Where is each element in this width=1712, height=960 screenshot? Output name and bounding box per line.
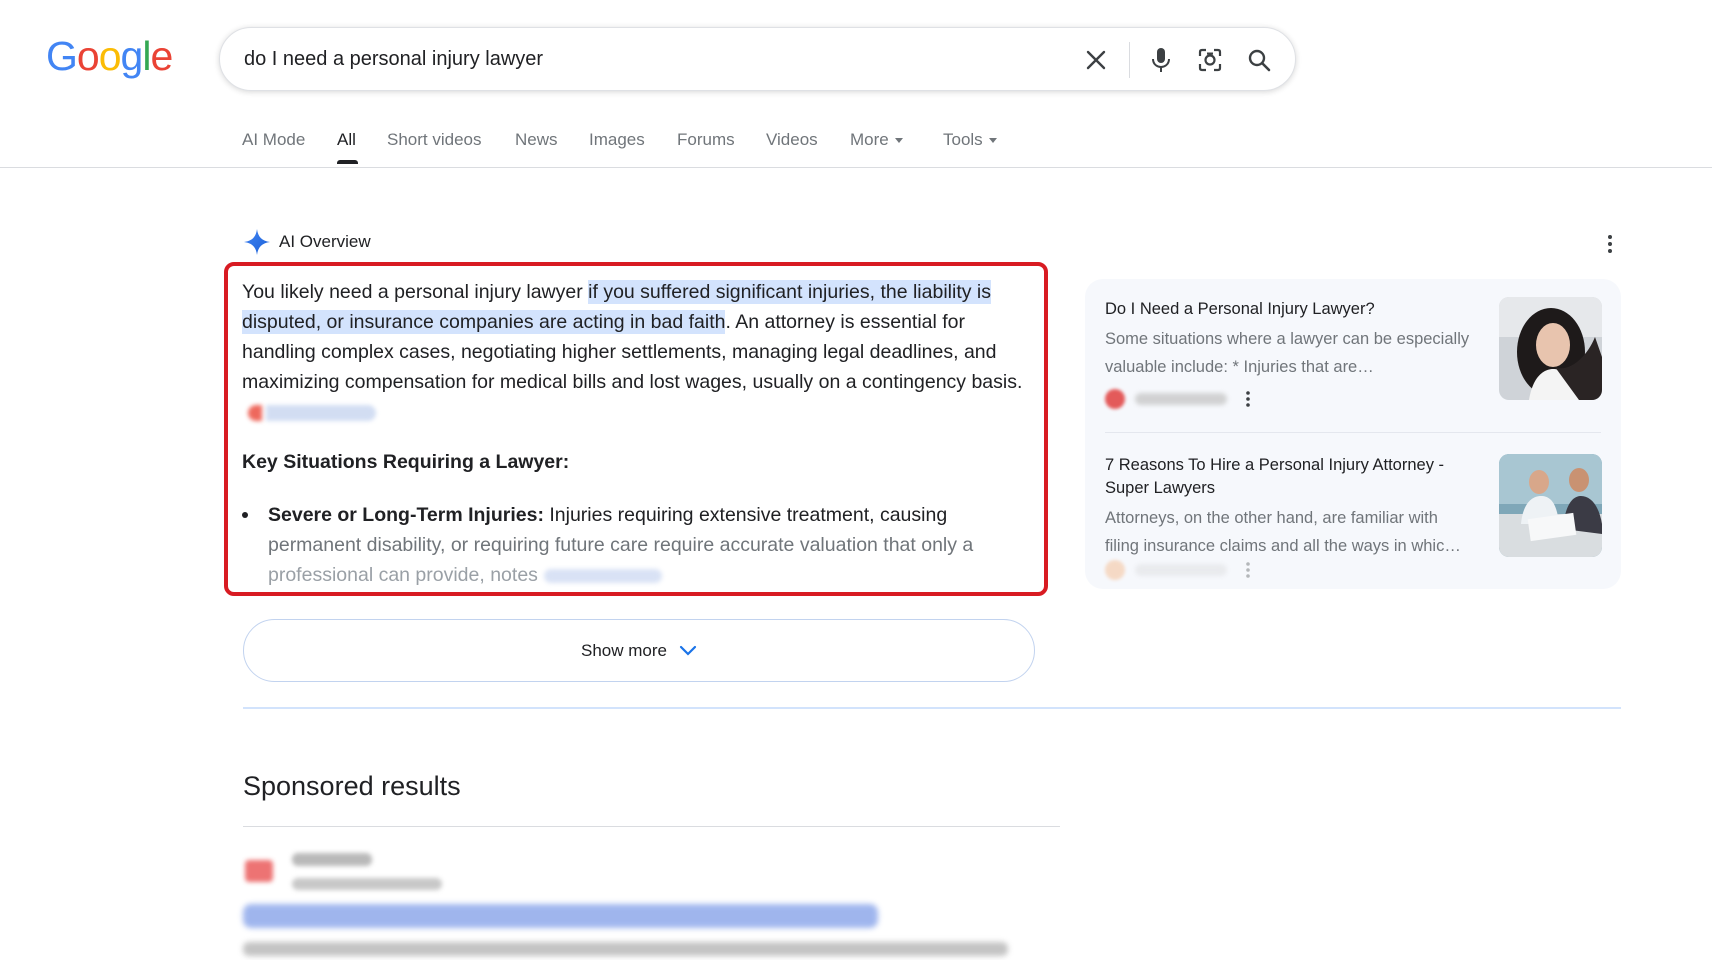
source-meta <box>1105 560 1251 580</box>
source-snippet: Attorneys, on the other hand, are famili… <box>1105 509 1461 555</box>
caret-down-icon <box>894 138 903 144</box>
ad-url-blurred <box>292 878 442 890</box>
situations-list: Severe or Long-Term Injuries: Injuries r… <box>242 500 1032 590</box>
key-situations-heading: Key Situations Requiring a Lawyer: <box>242 451 570 473</box>
logo-letter: o <box>76 33 100 79</box>
site-name-blurred <box>1135 564 1227 576</box>
source-snippet: Some situations where a lawyer can be es… <box>1105 330 1470 376</box>
ad-headline-blurred[interactable] <box>243 904 878 928</box>
tab-forums[interactable]: Forums <box>677 130 735 150</box>
site-favicon <box>1105 560 1125 580</box>
logo-letter: G <box>46 33 78 79</box>
list-item: Severe or Long-Term Injuries: Injuries r… <box>268 500 1032 590</box>
caret-down-icon <box>988 138 997 144</box>
search-box: do I need a personal injury lawyer <box>219 27 1296 91</box>
tab-all[interactable]: All <box>337 130 356 150</box>
chevron-down-icon <box>679 645 697 656</box>
source-thumbnail[interactable] <box>1499 454 1602 557</box>
clear-icon[interactable] <box>1080 44 1112 76</box>
list-item-text: permanent disability, or requiring futur… <box>268 534 974 556</box>
site-favicon <box>1105 389 1125 409</box>
tab-tools[interactable]: Tools <box>943 130 997 150</box>
list-item-text: professional can provide, notes <box>268 564 538 586</box>
ad-site-name-blurred <box>292 853 372 866</box>
list-item-title: Severe or Long-Term Injuries: <box>268 504 544 526</box>
source-title[interactable]: Do I Need a Personal Injury Lawyer? <box>1105 298 1475 321</box>
tab-videos[interactable]: Videos <box>766 130 818 150</box>
ai-overview-divider <box>243 707 1621 709</box>
ad-description-blurred <box>243 942 1008 956</box>
search-icon[interactable] <box>1243 44 1275 76</box>
sources-panel: Do I Need a Personal Injury Lawyer? Some… <box>1085 279 1621 589</box>
ai-overview-text: You likely need a personal injury lawyer… <box>242 277 1032 427</box>
highlighted-text: disputed, or insurance companies are act… <box>242 310 726 334</box>
tab-more[interactable]: More <box>850 130 903 150</box>
list-item-text: Injuries requiring extensive treatment, … <box>543 504 948 526</box>
logo-letter: o <box>98 33 122 79</box>
source-meta <box>1105 389 1251 409</box>
sponsored-divider <box>243 826 1060 827</box>
logo-letter: g <box>120 33 144 79</box>
tab-more-label: More <box>850 130 889 149</box>
camera-lens-icon[interactable] <box>1194 44 1226 76</box>
intro-text: You likely need a personal injury lawyer <box>242 281 583 303</box>
logo-letter: e <box>150 33 173 79</box>
show-more-label: Show more <box>581 640 667 660</box>
search-input[interactable]: do I need a personal injury lawyer <box>244 48 1044 71</box>
highlighted-text: if you suffered significant injuries, th… <box>588 280 991 304</box>
sponsored-heading: Sponsored results <box>243 771 461 801</box>
active-tab-indicator <box>337 160 358 164</box>
site-name-blurred <box>1135 393 1227 405</box>
tab-ai-mode[interactable]: AI Mode <box>242 130 305 150</box>
ad-favicon <box>245 860 273 882</box>
google-logo[interactable]: Google <box>46 32 173 80</box>
more-options-icon[interactable] <box>1600 232 1620 256</box>
more-options-icon[interactable] <box>1245 561 1251 579</box>
source-divider <box>1105 432 1601 433</box>
source-title[interactable]: 7 Reasons To Hire a Personal Injury Atto… <box>1105 454 1475 500</box>
header-divider <box>0 167 1712 168</box>
bullet-dot <box>242 512 248 518</box>
source-chip[interactable] <box>543 568 662 583</box>
ai-overview-title: AI Overview <box>279 232 371 251</box>
more-options-icon[interactable] <box>1245 390 1251 408</box>
microphone-icon[interactable] <box>1145 44 1177 76</box>
search-divider <box>1129 42 1130 78</box>
tab-news[interactable]: News <box>515 130 558 150</box>
sparkle-icon <box>244 229 270 255</box>
source-chip[interactable] <box>248 404 376 421</box>
tab-images[interactable]: Images <box>589 130 645 150</box>
ai-overview-header: AI Overview <box>243 228 371 256</box>
source-thumbnail[interactable] <box>1499 297 1602 400</box>
show-more-button[interactable]: Show more <box>243 619 1035 682</box>
tab-tools-label: Tools <box>943 130 983 149</box>
tab-short-videos[interactable]: Short videos <box>387 130 482 150</box>
